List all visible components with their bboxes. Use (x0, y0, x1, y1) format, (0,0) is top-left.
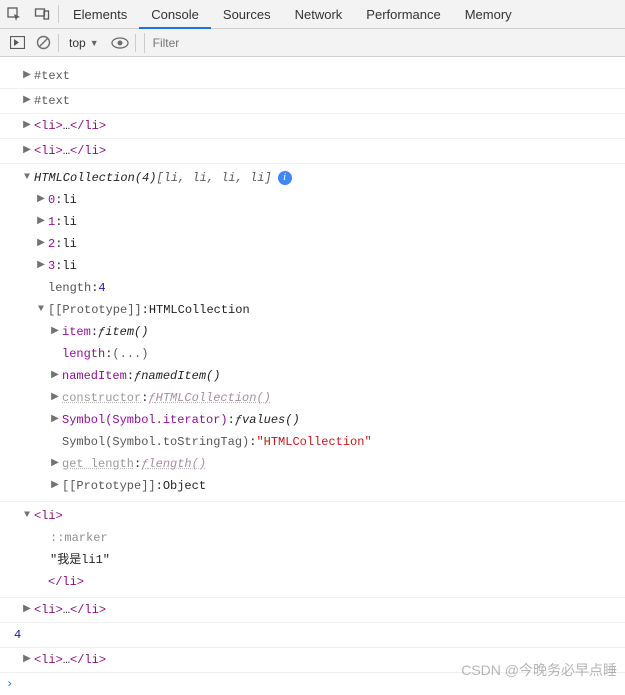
log-row[interactable]: ▶ <li>…</li> (0, 648, 625, 673)
log-row[interactable]: ▶ <li>…</li> (0, 598, 625, 623)
tree-item[interactable]: ▶constructor: ƒ HTMLCollection() (0, 387, 625, 409)
collection-preview: [li, li, li, li] (156, 168, 271, 188)
sidebar-toggle-icon[interactable] (4, 30, 30, 56)
expand-arrow-icon[interactable]: ▶ (50, 388, 60, 408)
expand-arrow-icon[interactable]: ▶ (36, 234, 46, 254)
filter-input[interactable] (145, 33, 625, 53)
collection-type: HTMLCollection(4) (34, 168, 156, 188)
tab-sources[interactable]: Sources (211, 0, 283, 29)
tree-item[interactable]: ▼[[Prototype]]: HTMLCollection (0, 299, 625, 321)
expand-arrow-icon[interactable]: ▶ (36, 190, 46, 210)
info-icon[interactable]: i (278, 171, 292, 185)
log-row[interactable]: ▶ #text (0, 89, 625, 114)
expand-arrow-icon[interactable]: ▶ (22, 92, 32, 110)
log-row[interactable]: ▶ <li>…</li> (0, 114, 625, 139)
expand-arrow-icon[interactable]: ▶ (50, 476, 60, 496)
log-row: ▼ HTMLCollection(4) [li, li, li, li] i ▶… (0, 164, 625, 502)
li-element: <li>…</li> (34, 117, 106, 135)
divider (58, 5, 59, 23)
tree-item[interactable]: ▶2: li (0, 233, 625, 255)
expand-arrow-icon[interactable]: ▶ (50, 454, 60, 474)
li-element: <li>…</li> (34, 142, 106, 160)
context-label: top (69, 36, 86, 50)
console-toolbar: top ▼ (0, 29, 625, 57)
tab-performance[interactable]: Performance (354, 0, 452, 29)
tree-item[interactable]: ▶namedItem: ƒ namedItem() (0, 365, 625, 387)
filter-wrap (144, 33, 625, 53)
clear-console-icon[interactable] (30, 30, 56, 56)
divider (58, 34, 59, 52)
log-row[interactable]: 4 (0, 623, 625, 648)
log-row: ▼<li> ::marker "我是li1" </li> (0, 502, 625, 598)
li-open-tag[interactable]: ▼<li> (0, 505, 625, 527)
collection-header[interactable]: ▼ HTMLCollection(4) [li, li, li, li] i (0, 167, 625, 189)
log-row[interactable]: ▶ #text (0, 57, 625, 89)
expand-arrow-icon[interactable]: ▶ (22, 142, 32, 160)
tree-item[interactable]: ▶3: li (0, 255, 625, 277)
collapse-arrow-icon[interactable]: ▼ (22, 506, 32, 526)
collapse-arrow-icon[interactable]: ▼ (22, 168, 32, 188)
chevron-right-icon: › (6, 677, 13, 691)
marker-pseudo[interactable]: ::marker (0, 527, 625, 549)
live-expression-icon[interactable] (107, 30, 133, 56)
expand-arrow-icon[interactable]: ▶ (22, 67, 32, 85)
log-row[interactable]: ▶ <li>…</li> (0, 139, 625, 164)
expand-arrow-icon[interactable]: ▶ (50, 322, 60, 342)
expand-arrow-icon[interactable]: ▶ (22, 651, 32, 669)
text-content[interactable]: "我是li1" (0, 549, 625, 571)
tree-item[interactable]: ▶[[Prototype]]: Object (0, 475, 625, 497)
tree-item[interactable]: ▶get length: ƒ length() (0, 453, 625, 475)
expand-arrow-icon[interactable]: ▶ (36, 256, 46, 276)
tree-item[interactable]: ▶Symbol(Symbol.iterator): ƒ values() (0, 409, 625, 431)
expand-arrow-icon[interactable]: ▶ (50, 410, 60, 430)
tab-elements[interactable]: Elements (61, 0, 139, 29)
text-node: #text (34, 67, 70, 85)
context-selector[interactable]: top ▼ (61, 36, 107, 50)
tree-item[interactable]: length: (...) (0, 343, 625, 365)
chevron-down-icon: ▼ (90, 38, 99, 48)
device-toggle-icon[interactable] (28, 0, 56, 28)
divider (135, 34, 136, 52)
collapse-arrow-icon[interactable]: ▼ (36, 300, 46, 320)
expand-arrow-icon[interactable]: ▶ (50, 366, 60, 386)
inspect-icon[interactable] (0, 0, 28, 28)
expand-arrow-icon[interactable]: ▶ (22, 601, 32, 619)
tree-item[interactable]: Symbol(Symbol.toStringTag): "HTMLCollect… (0, 431, 625, 453)
li-element: <li>…</li> (34, 601, 106, 619)
tab-network[interactable]: Network (283, 0, 355, 29)
li-element: <li>…</li> (34, 651, 106, 669)
tree-item[interactable]: length: 4 (0, 277, 625, 299)
tab-memory[interactable]: Memory (453, 0, 524, 29)
tree-item[interactable]: ▶0: li (0, 189, 625, 211)
expand-arrow-icon[interactable]: ▶ (36, 212, 46, 232)
text-node: #text (34, 92, 70, 110)
console-body: ▶ #text ▶ #text ▶ <li>…</li> ▶ <li>…</li… (0, 57, 625, 695)
tab-console[interactable]: Console (139, 0, 211, 29)
devtools-tabbar: Elements Console Sources Network Perform… (0, 0, 625, 29)
tree-item[interactable]: ▶1: li (0, 211, 625, 233)
expand-arrow-icon[interactable]: ▶ (22, 117, 32, 135)
tree-item[interactable]: ▶item: ƒ item() (0, 321, 625, 343)
number-output: 4 (14, 626, 21, 644)
li-close-tag[interactable]: </li> (0, 571, 625, 593)
